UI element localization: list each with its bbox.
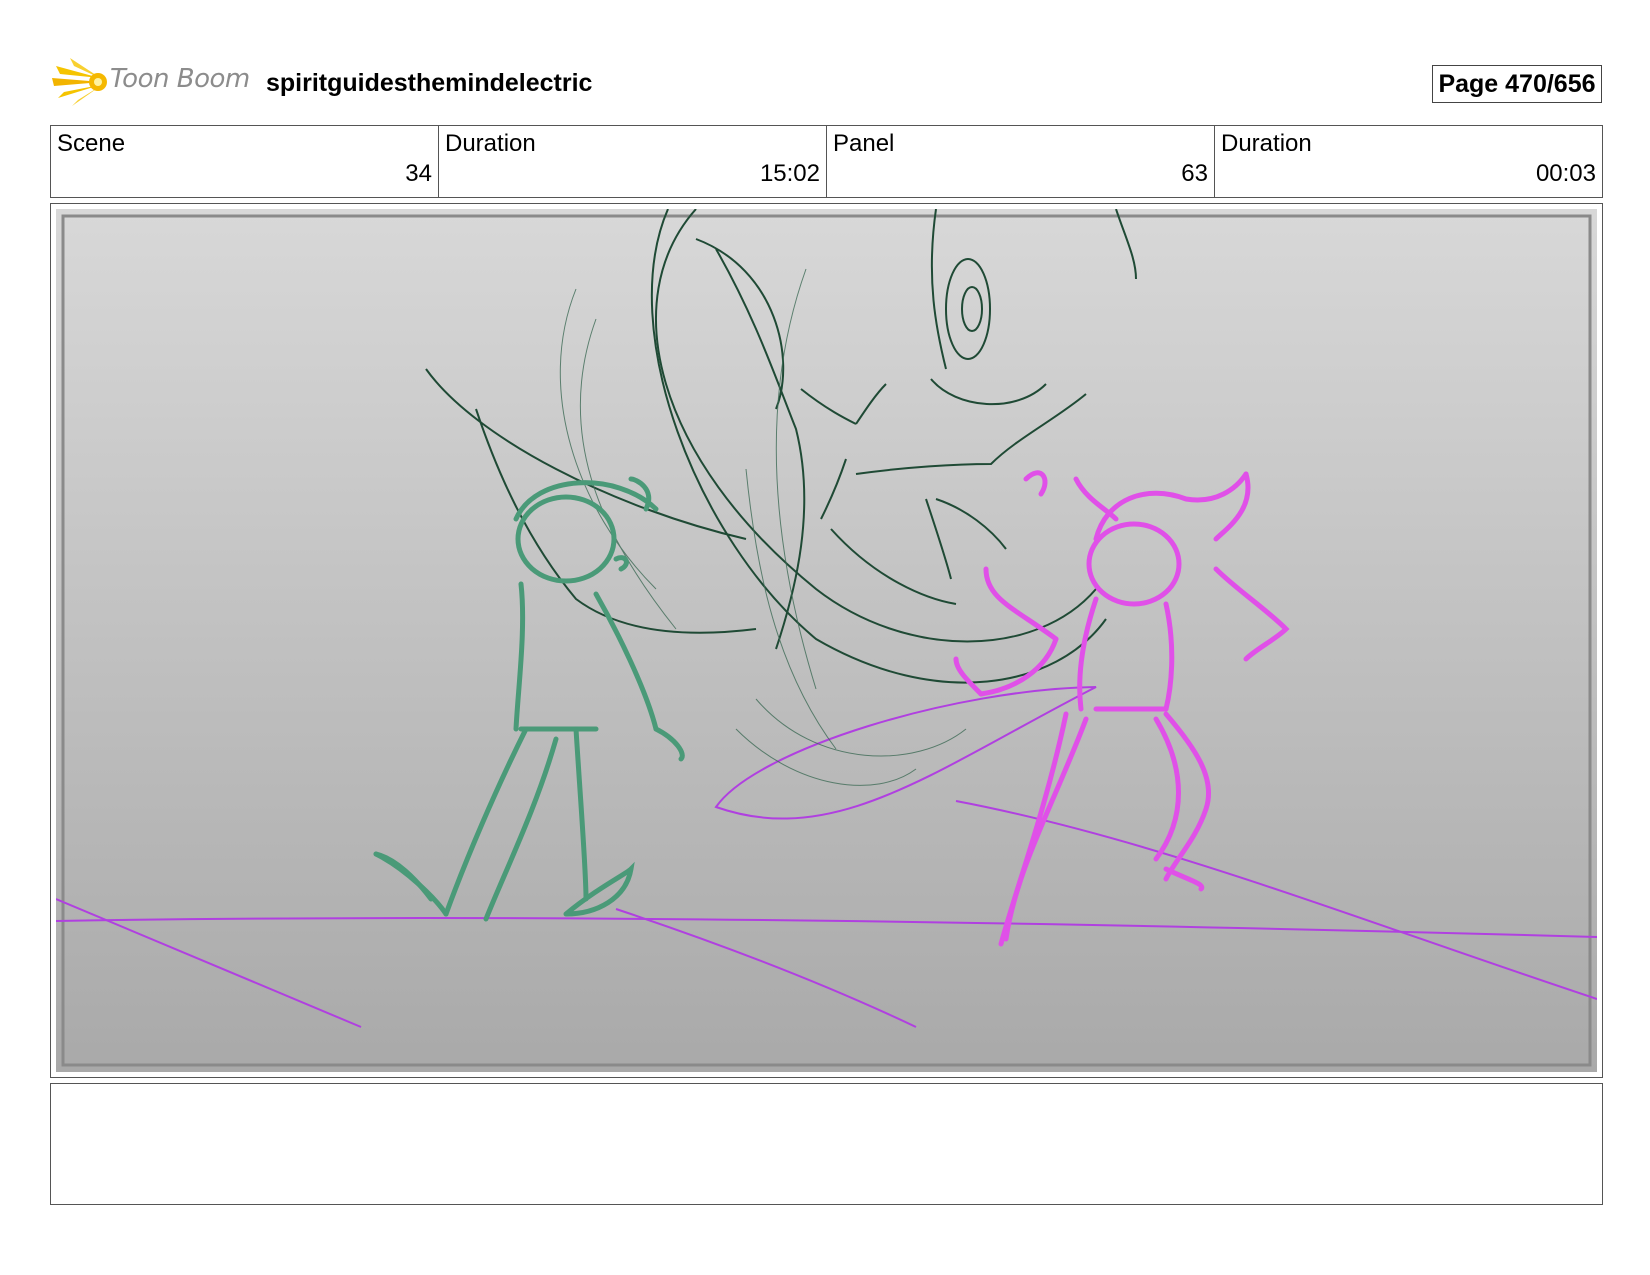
scene-cell: Scene 34 [51,126,439,197]
panel-duration-value: 00:03 [1535,160,1596,187]
project-title: spiritguidesthemindelectric [266,69,593,97]
starburst-icon [52,58,107,106]
storyboard-sketch [56,209,1597,1072]
panel-info-table: Scene 34 Duration 15:02 Panel 63 Duratio… [50,125,1603,198]
toon-boom-logo: Toon Boom [50,52,250,110]
panel-notes-box [50,1083,1603,1205]
panel-duration-cell: Duration 00:03 [1215,126,1602,197]
panel-background [56,209,1597,1072]
page-number: Page 470/656 [1432,65,1602,103]
panel-cell: Panel 63 [827,126,1215,197]
scene-duration-label: Duration [445,130,536,157]
storyboard-panel-frame [50,203,1603,1078]
logo-wordmark: Toon Boom [110,64,250,94]
scene-duration-value: 15:02 [759,160,820,187]
scene-duration-cell: Duration 15:02 [439,126,827,197]
scene-label: Scene [57,130,126,157]
panel-label: Panel [833,130,895,157]
panel-value: 63 [1181,160,1208,187]
panel-duration-label: Duration [1221,130,1312,157]
scene-value: 34 [405,160,432,187]
